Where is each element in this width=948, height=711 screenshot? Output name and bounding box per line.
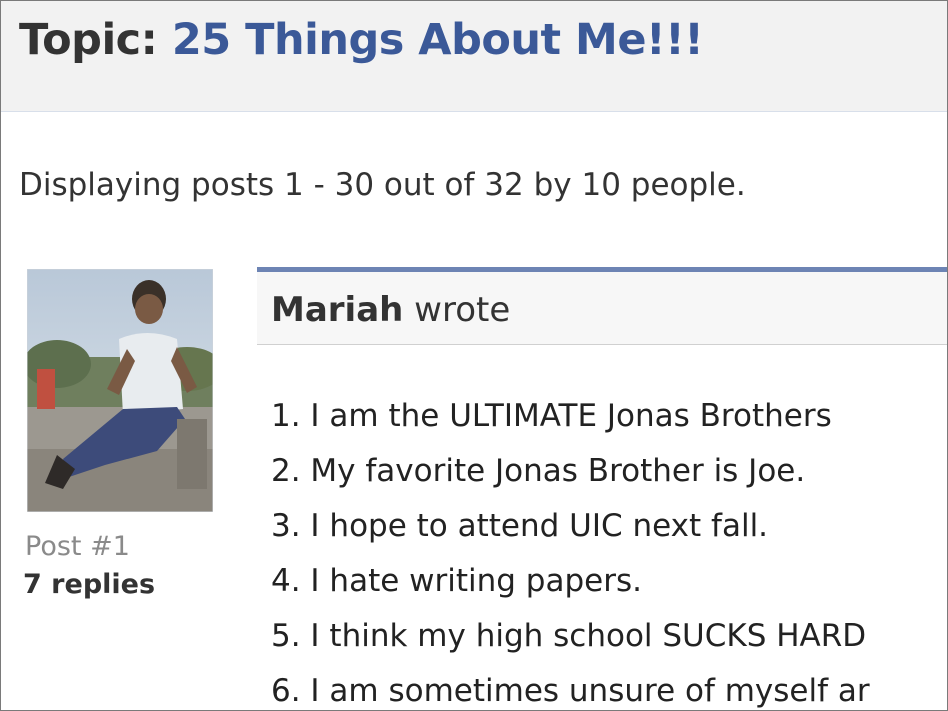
reply-count-link[interactable]: 7 replies [23,569,155,600]
list-item: 4. I hate writing papers. [271,563,642,599]
list-item: 1. I am the ULTIMATE Jonas Brothers [271,398,832,434]
list-item: 2. My favorite Jonas Brother is Joe. [271,453,806,489]
post-author-line: Mariah wrote [271,290,510,330]
topic-label: Topic: [19,15,158,65]
author-avatar[interactable] [27,269,213,512]
list-item: 6. I am sometimes unsure of myself ar [271,673,870,709]
post-verb: wrote [414,290,511,330]
post-header: Mariah wrote [257,272,947,345]
post-number: Post #1 [25,531,130,562]
topic-title-link[interactable]: 25 Things About Me!!! [172,15,704,65]
list-item: 3. I hope to attend UIC next fall. [271,508,769,544]
topic-header: Topic: 25 Things About Me!!! [1,1,947,112]
post-count-summary: Displaying posts 1 - 30 out of 32 by 10 … [19,167,746,203]
avatar-photo-image [27,269,213,512]
page-title: Topic: 25 Things About Me!!! [19,15,704,65]
author-name-link[interactable]: Mariah [271,290,403,330]
page-frame: Topic: 25 Things About Me!!! Displaying … [0,0,948,711]
post-body-list: 1. I am the ULTIMATE Jonas Brothers 2. M… [271,389,870,710]
list-item: 5. I think my high school SUCKS HARD [271,618,867,654]
